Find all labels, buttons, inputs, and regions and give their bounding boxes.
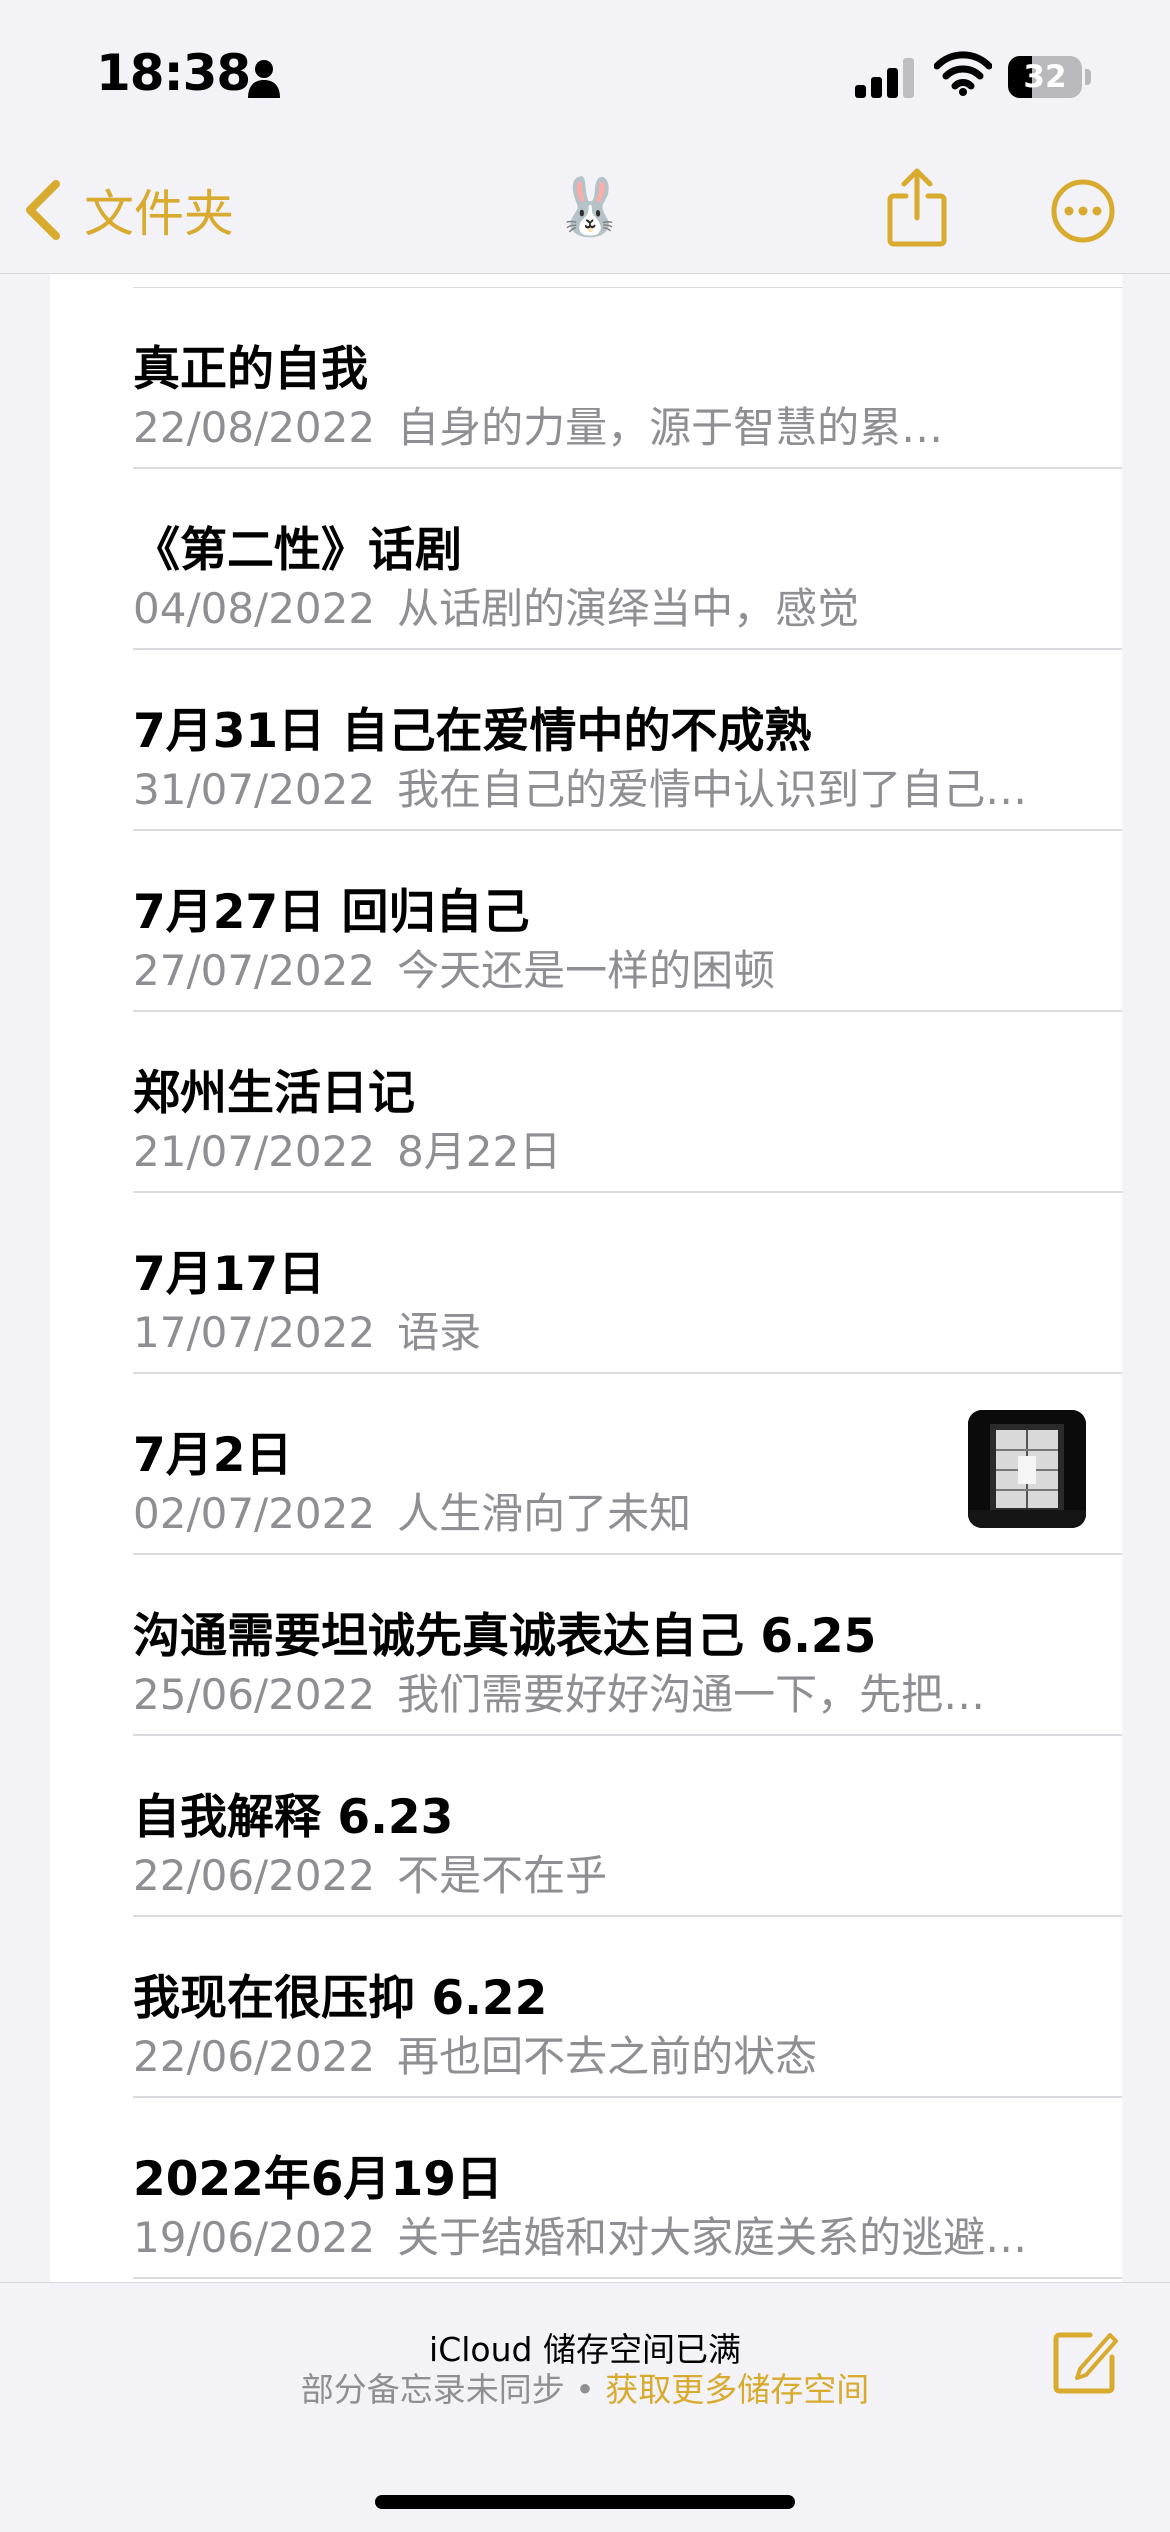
share-icon[interactable]	[886, 166, 948, 248]
note-preview: 语录	[397, 1308, 482, 1357]
note-title: 真正的自我	[133, 342, 368, 397]
note-title: 7月2日	[133, 1428, 293, 1483]
note-date: 19/06/2022	[133, 2213, 376, 2262]
note-date: 17/07/2022	[133, 1308, 376, 1357]
note-meta: 17/07/2022 语录	[133, 1299, 1123, 1360]
note-date: 25/06/2022	[133, 1670, 376, 1719]
folder-title-emoji: 🐰	[555, 175, 625, 240]
signal-icon	[855, 58, 915, 98]
note-title: 2022年6月19日	[133, 2152, 503, 2207]
note-meta: 22/06/2022 再也回不去之前的状态	[133, 2023, 1123, 2084]
notes-list-card: 真正的自我 22/08/2022 自身的力量，源于智慧的累… 《第二性》话剧 04/08…	[50, 274, 1122, 2282]
note-date: 04/08/2022	[133, 584, 376, 633]
chevron-left-icon	[26, 180, 60, 240]
note-title: 郑州生活日记	[133, 1066, 415, 1121]
note-row[interactable]: 郑州生活日记 21/07/2022 8月22日	[50, 1012, 1122, 1193]
note-preview: 人生滑向了未知	[397, 1489, 692, 1538]
note-date: 02/07/2022	[133, 1489, 376, 1538]
back-label: 文件夹	[84, 185, 234, 243]
note-preview: 不是不在乎	[397, 1851, 608, 1900]
note-meta: 04/08/2022 从话剧的演绎当中，感觉	[133, 575, 1123, 636]
note-date: 21/07/2022	[133, 1127, 376, 1176]
note-row[interactable]: 自我解释 6.23 22/06/2022 不是不在乎	[50, 1736, 1122, 1917]
note-title: 《第二性》话剧	[133, 523, 462, 578]
note-meta: 02/07/2022 人生滑向了未知	[133, 1480, 993, 1541]
note-row[interactable]: 我现在很压抑 6.22 22/06/2022 再也回不去之前的状态	[50, 1917, 1122, 2098]
person-icon	[248, 60, 280, 98]
notes-folder-screen: 18:38 32 文件夹 🐰 真正的自我 22/08/2022 自身的力量，源于…	[0, 0, 1170, 2532]
note-preview: 我们需要好好沟通一下，先把…	[397, 1670, 986, 1719]
note-row[interactable]: 2022年6月19日 19/06/2022 关于结婚和对大家庭关系的逃避…	[50, 2098, 1122, 2279]
note-title: 自我解释 6.23	[133, 1790, 454, 1845]
divider	[133, 2277, 1122, 2279]
note-title: 7月31日 自己在爱情中的不成熟	[133, 704, 812, 759]
note-title: 7月27日 回归自己	[133, 885, 530, 940]
note-meta: 19/06/2022 关于结婚和对大家庭关系的逃避…	[133, 2204, 1123, 2265]
note-meta: 22/06/2022 不是不在乎	[133, 1842, 1123, 1903]
note-preview: 从话剧的演绎当中，感觉	[397, 584, 860, 633]
wifi-icon	[934, 51, 992, 96]
note-date: 22/08/2022	[133, 403, 376, 452]
note-row[interactable]: 《第二性》话剧 04/08/2022 从话剧的演绎当中，感觉	[50, 469, 1122, 650]
note-title: 7月17日	[133, 1247, 326, 1302]
status-bar: 18:38 32	[0, 0, 1170, 150]
note-preview: 我在自己的爱情中认识到了自己…	[397, 765, 1028, 814]
back-to-folders-button[interactable]: 文件夹	[20, 170, 234, 250]
note-title: 沟通需要坦诚先真诚表达自己 6.25	[133, 1609, 877, 1664]
note-title: 我现在很压抑 6.22	[133, 1971, 548, 2026]
compose-icon[interactable]	[1050, 2327, 1120, 2397]
notes-list[interactable]: 真正的自我 22/08/2022 自身的力量，源于智慧的累… 《第二性》话剧 04/08…	[0, 274, 1170, 2282]
get-more-storage-link[interactable]: 获取更多储存空间	[605, 2370, 869, 2409]
note-row[interactable]: 7月2日 02/07/2022 人生滑向了未知	[50, 1374, 1122, 1555]
note-date: 22/06/2022	[133, 2032, 376, 2081]
note-meta: 27/07/2022 今天还是一样的困顿	[133, 937, 1123, 998]
note-date: 22/06/2022	[133, 1851, 376, 1900]
sync-warning-text: 部分备忘录未同步 •	[300, 2370, 606, 2409]
note-meta: 31/07/2022 我在自己的爱情中认识到了自己…	[133, 756, 1123, 817]
note-row[interactable]: 沟通需要坦诚先真诚表达自己 6.25 25/06/2022 我们需要好好沟通一下，先…	[50, 1555, 1122, 1736]
ellipsis-circle-icon[interactable]	[1050, 178, 1116, 244]
home-indicator	[375, 2495, 795, 2509]
note-preview: 关于结婚和对大家庭关系的逃避…	[397, 2213, 1028, 2262]
note-meta: 25/06/2022 我们需要好好沟通一下，先把…	[133, 1661, 1123, 1722]
bottom-toolbar: iCloud 储存空间已满 部分备忘录未同步 • 获取更多储存空间	[0, 2282, 1170, 2532]
note-preview: 8月22日	[397, 1127, 562, 1176]
note-meta: 22/08/2022 自身的力量，源于智慧的累…	[133, 394, 1123, 455]
note-row[interactable]: 7月17日 17/07/2022 语录	[50, 1193, 1122, 1374]
note-row[interactable]: 7月27日 回归自己 27/07/2022 今天还是一样的困顿	[50, 831, 1122, 1012]
note-thumbnail-image	[968, 1410, 1086, 1528]
note-meta: 21/07/2022 8月22日	[133, 1118, 1123, 1179]
note-preview: 自身的力量，源于智慧的累…	[397, 403, 944, 452]
battery-icon: 32	[1008, 56, 1091, 98]
status-time: 18:38	[96, 44, 251, 102]
note-preview: 今天还是一样的困顿	[397, 946, 776, 995]
navigation-bar: 文件夹 🐰	[0, 150, 1170, 274]
note-row[interactable]: 7月31日 自己在爱情中的不成熟 31/07/2022 我在自己的爱情中认识到了自己…	[50, 650, 1122, 831]
note-row[interactable]: 真正的自我 22/08/2022 自身的力量，源于智慧的累…	[50, 288, 1122, 469]
note-date: 31/07/2022	[133, 765, 376, 814]
battery-percent: 32	[1023, 59, 1067, 95]
storage-status: 部分备忘录未同步 • 获取更多储存空间	[0, 2363, 1170, 2411]
note-date: 27/07/2022	[133, 946, 376, 995]
note-preview: 再也回不去之前的状态	[397, 2032, 818, 2081]
